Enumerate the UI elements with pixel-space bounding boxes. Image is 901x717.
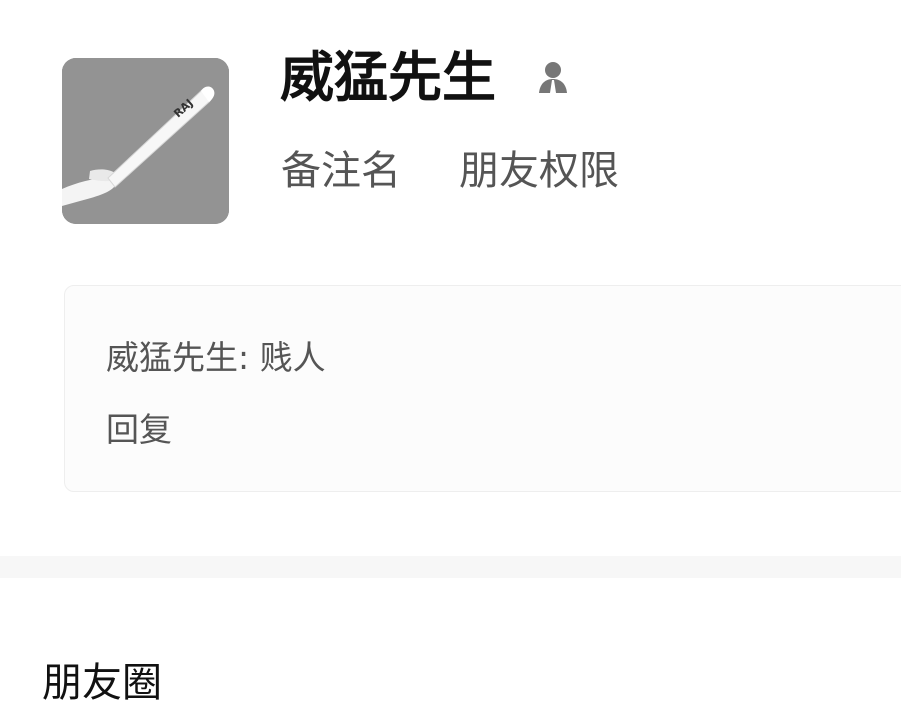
section-divider [0,556,901,578]
message-card: 威猛先生: 贱人 回复 [64,285,901,492]
remark-name-button[interactable]: 备注名 [281,145,401,197]
person-icon[interactable] [534,58,572,96]
moments-title: 朋友圈 [42,660,162,706]
reply-button[interactable]: 回复 [106,408,172,452]
message-text: 威猛先生: 贱人 [106,338,326,377]
baseball-bat-photo: RAJ [62,58,229,224]
friend-permissions-button[interactable]: 朋友权限 [459,145,619,197]
profile-name: 威猛先生 [280,46,496,109]
profile-avatar[interactable]: RAJ [62,58,229,224]
moments-row[interactable]: 朋友圈 [0,578,901,717]
